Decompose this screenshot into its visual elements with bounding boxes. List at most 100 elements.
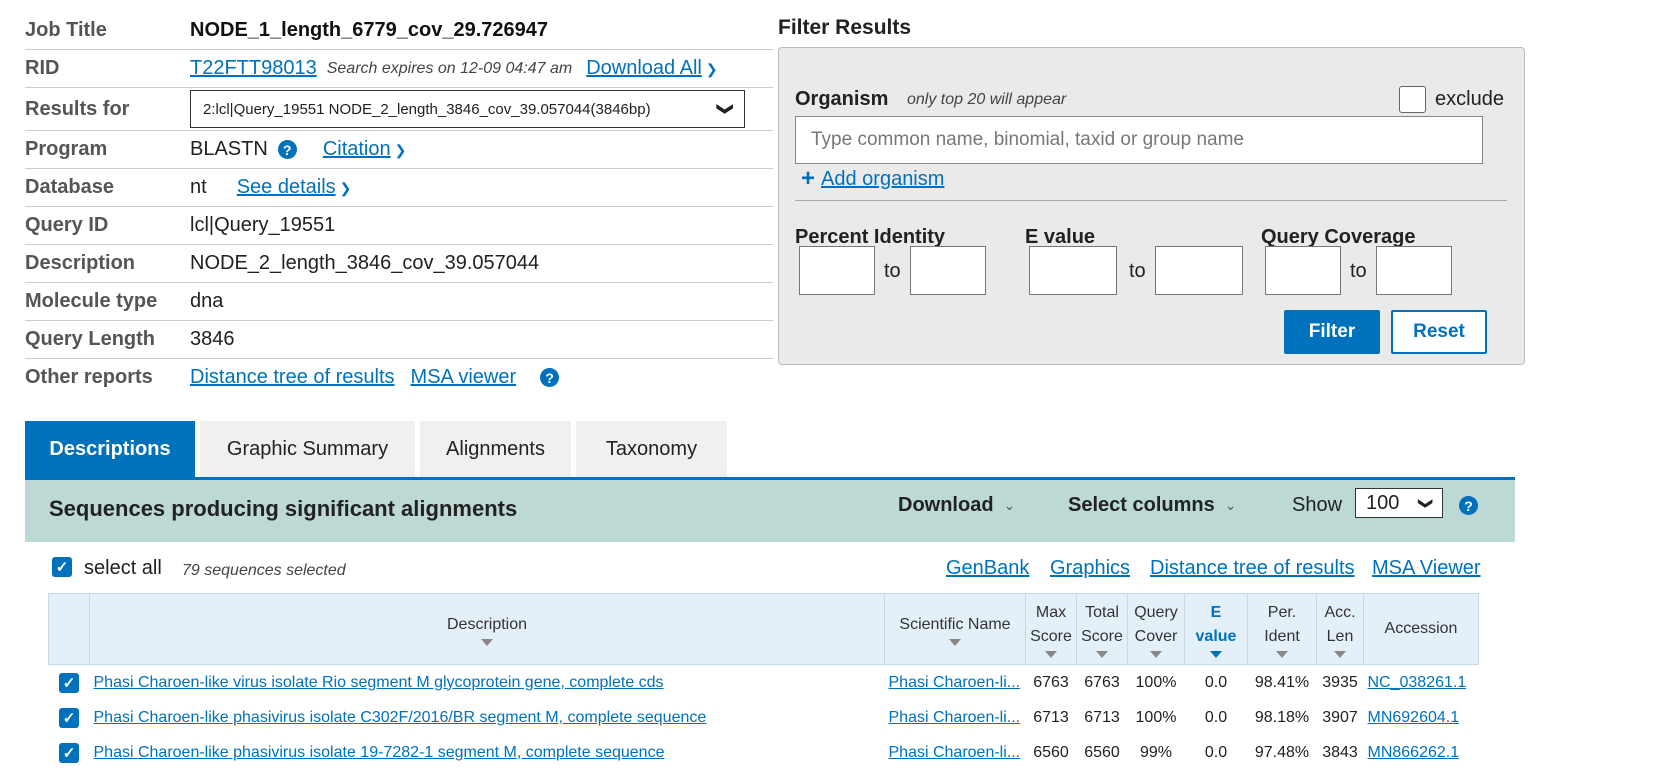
- query-coverage-to: to: [1350, 260, 1367, 282]
- max-score-column-header[interactable]: Max Score: [1025, 593, 1077, 665]
- per-ident: 97.48%: [1254, 743, 1310, 761]
- e-value-max-input[interactable]: [1155, 246, 1243, 295]
- msa-viewer-link[interactable]: MSA viewer: [411, 366, 517, 389]
- result-description-link[interactable]: Phasi Charoen-like virus isolate Rio seg…: [94, 674, 664, 691]
- chevron-down-icon[interactable]: ❯: [706, 61, 718, 78]
- database-value: nt: [190, 176, 207, 198]
- description-column-header[interactable]: Description: [89, 593, 885, 665]
- tab-alignments[interactable]: Alignments: [420, 421, 571, 477]
- select-columns-menu[interactable]: Select columns ⌄: [1068, 494, 1236, 517]
- reset-button[interactable]: Reset: [1391, 310, 1487, 354]
- add-organism[interactable]: + Add organism: [801, 165, 944, 193]
- e-value-to: to: [1129, 260, 1146, 282]
- filter-button[interactable]: Filter: [1284, 310, 1380, 354]
- database-row: Database nt See details ❯: [25, 169, 773, 207]
- show-count-value: 100: [1366, 491, 1400, 514]
- results-header-bar: Sequences producing significant alignmen…: [25, 480, 1515, 542]
- distance-tree-link[interactable]: Distance tree of results: [1150, 557, 1355, 580]
- scientific-name-link[interactable]: Phasi Charoen-li...: [889, 744, 1021, 761]
- database-label: Database: [25, 176, 114, 198]
- chevron-down-icon: ❯: [1418, 497, 1435, 509]
- result-description-link[interactable]: Phasi Charoen-like phasivirus isolate C3…: [94, 709, 707, 726]
- see-details-link[interactable]: See details: [237, 176, 336, 198]
- job-title-value: NODE_1_length_6779_cov_29.726947: [190, 19, 549, 41]
- scientific-name-link[interactable]: Phasi Charoen-li...: [889, 709, 1021, 726]
- exclude-checkbox[interactable]: [1399, 86, 1426, 113]
- show-count-select[interactable]: 100 ❯: [1355, 488, 1443, 518]
- sort-arrow-icon[interactable]: [949, 638, 961, 646]
- citation-link[interactable]: Citation: [323, 138, 391, 160]
- sort-arrow-icon[interactable]: [1045, 650, 1057, 658]
- results-title: Sequences producing significant alignmen…: [49, 496, 518, 521]
- accession-link[interactable]: NC_038261.1: [1368, 674, 1467, 691]
- select-all-checkbox[interactable]: ✓: [52, 557, 72, 577]
- e-value-min-input[interactable]: [1029, 246, 1117, 295]
- help-icon[interactable]: ?: [277, 140, 297, 159]
- sort-arrow-icon[interactable]: [1096, 650, 1108, 658]
- total-score: 6560: [1084, 743, 1120, 761]
- e-value: 0.0: [1204, 743, 1228, 761]
- row-checkbox[interactable]: ✓: [59, 672, 79, 693]
- help-icon[interactable]: ?: [1459, 496, 1478, 515]
- query-coverage-min-input[interactable]: [1265, 246, 1341, 295]
- row-checkbox[interactable]: ✓: [59, 707, 79, 728]
- accession-column-header[interactable]: Accession: [1363, 593, 1479, 665]
- chevron-down-icon: ❯: [716, 102, 734, 116]
- help-icon[interactable]: ?: [540, 368, 560, 387]
- tab-descriptions[interactable]: Descriptions: [25, 421, 195, 477]
- results-for-selected: 2:lcl|Query_19551 NODE_2_length_3846_cov…: [203, 100, 651, 118]
- tab-graphic-summary[interactable]: Graphic Summary: [200, 421, 415, 477]
- scientific-name-column-header[interactable]: Scientific Name: [884, 593, 1026, 665]
- sort-arrow-icon[interactable]: [481, 638, 493, 646]
- query-coverage-max-input[interactable]: [1376, 246, 1452, 295]
- tab-taxonomy[interactable]: Taxonomy: [576, 421, 727, 477]
- total-score: 6713: [1084, 708, 1120, 726]
- organism-input[interactable]: Type common name, binomial, taxid or gro…: [795, 116, 1483, 164]
- download-label[interactable]: Download: [898, 494, 994, 517]
- chevron-down-icon[interactable]: ❯: [340, 180, 352, 197]
- add-organism-link[interactable]: Add organism: [821, 168, 944, 191]
- accession-link[interactable]: MN692604.1: [1368, 709, 1460, 726]
- download-menu[interactable]: Download ⌄: [898, 494, 1015, 517]
- percent-identity-min-input[interactable]: [799, 246, 875, 295]
- sort-arrow-icon[interactable]: [1276, 650, 1288, 658]
- molecule-type-label: Molecule type: [25, 290, 158, 312]
- e-value: 0.0: [1204, 708, 1228, 726]
- description-row: Description NODE_2_length_3846_cov_39.05…: [25, 245, 773, 283]
- query-id-label: Query ID: [25, 214, 109, 236]
- results-for-label: Results for: [25, 97, 130, 120]
- sort-arrow-icon[interactable]: [1150, 650, 1162, 658]
- per-ident-column-header[interactable]: Per. Ident: [1247, 593, 1317, 665]
- msa-viewer-link[interactable]: MSA Viewer: [1372, 557, 1481, 580]
- download-all-link[interactable]: Download All: [586, 57, 702, 79]
- checkbox-column-header: [48, 593, 90, 665]
- query-cover-column-header[interactable]: Query Cover: [1127, 593, 1185, 665]
- row-checkbox[interactable]: ✓: [59, 742, 79, 763]
- acc-len: 3843: [1322, 743, 1358, 761]
- graphics-link[interactable]: Graphics: [1050, 557, 1130, 580]
- filter-results-title: Filter Results: [778, 16, 912, 39]
- total-score-column-header[interactable]: Total Score: [1076, 593, 1128, 665]
- results-table: Description Scientific Name Max Score Tot…: [48, 593, 1479, 770]
- genbank-link[interactable]: GenBank: [946, 557, 1029, 580]
- chevron-down-icon[interactable]: ⌄: [1225, 497, 1237, 514]
- sort-arrow-icon[interactable]: [1334, 650, 1346, 658]
- rid-link[interactable]: T22FTT98013: [190, 57, 317, 80]
- e-value-column-header[interactable]: Evalue: [1184, 593, 1248, 665]
- accession-link[interactable]: MN866262.1: [1368, 744, 1460, 761]
- scientific-name-link[interactable]: Phasi Charoen-li...: [889, 674, 1021, 691]
- distance-tree-link[interactable]: Distance tree of results: [190, 366, 395, 389]
- result-description-link[interactable]: Phasi Charoen-like phasivirus isolate 19…: [94, 744, 665, 761]
- e-value: 0.0: [1204, 673, 1228, 691]
- select-columns-label[interactable]: Select columns: [1068, 494, 1215, 517]
- results-for-select[interactable]: 2:lcl|Query_19551 NODE_2_length_3846_cov…: [190, 90, 745, 128]
- sort-arrow-icon[interactable]: [1210, 650, 1222, 658]
- job-info-table: Job Title NODE_1_length_6779_cov_29.7269…: [25, 12, 773, 396]
- percent-identity-max-input[interactable]: [910, 246, 986, 295]
- plus-icon[interactable]: +: [801, 165, 815, 193]
- acc-len-column-header[interactable]: Acc. Len: [1316, 593, 1364, 665]
- chevron-down-icon[interactable]: ❯: [395, 142, 407, 159]
- select-all-label[interactable]: select all: [84, 557, 162, 580]
- chevron-down-icon[interactable]: ⌄: [1004, 497, 1016, 514]
- search-expires-text: Search expires on 12-09 04:47 am: [326, 59, 573, 77]
